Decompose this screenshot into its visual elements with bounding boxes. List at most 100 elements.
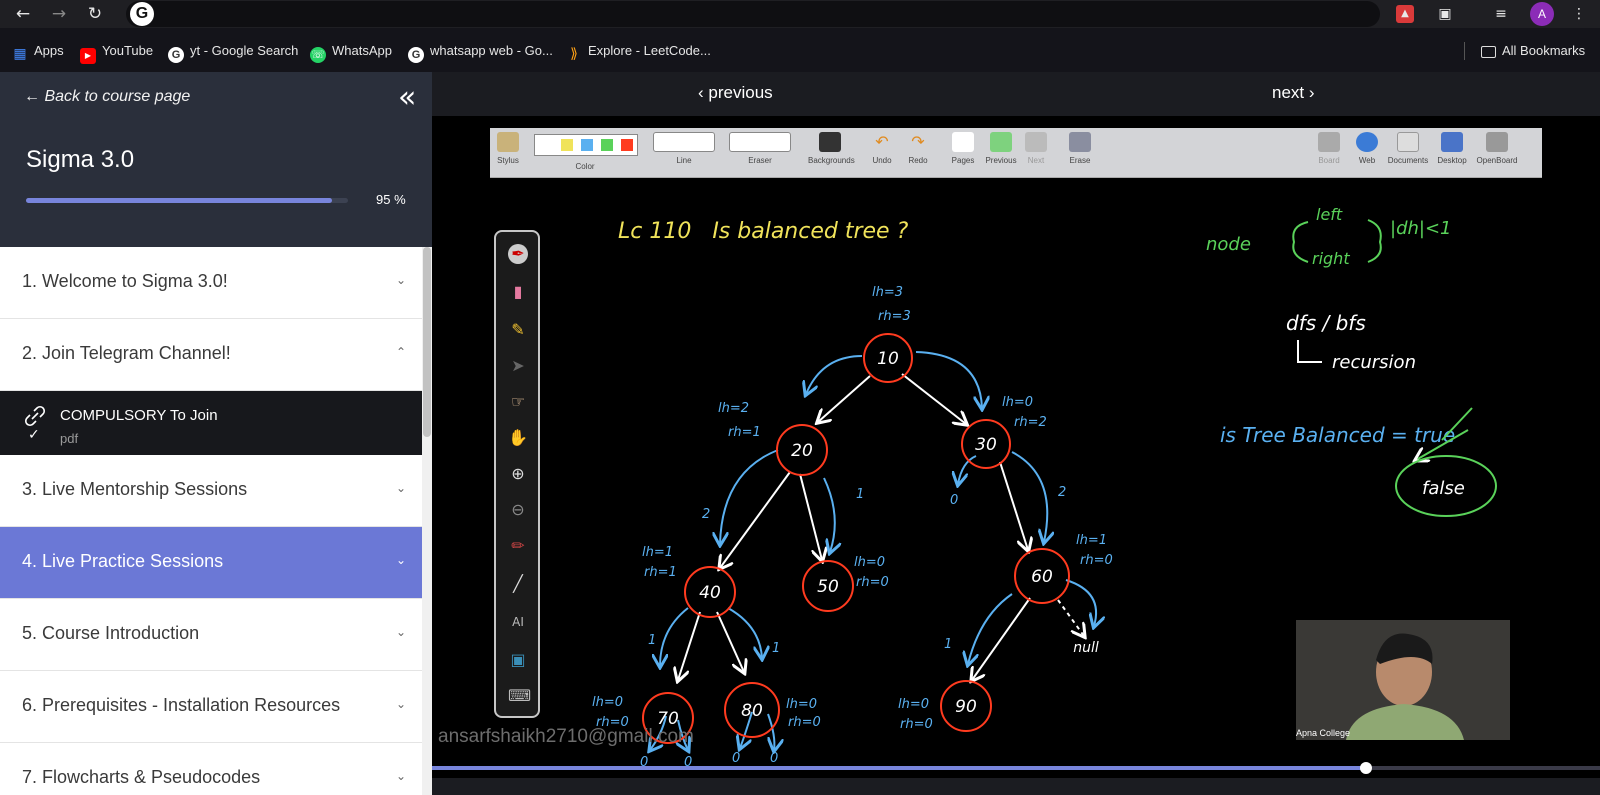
video-seek-fill [432, 766, 1367, 770]
ann-40-lh: lh=1 [642, 545, 673, 560]
extension-icon[interactable]: ▲ [1396, 5, 1414, 23]
watermark: ansarfshaikh2710@gmail.com [438, 726, 694, 747]
bookmark-whatsapp[interactable]: ☏ WhatsApp [310, 42, 392, 63]
back-arrow-icon[interactable]: ← [12, 3, 34, 25]
section-label: 1. Welcome to Sigma 3.0! [22, 271, 228, 291]
link-icon [24, 405, 46, 427]
edge-label-30-left: 0 [950, 493, 958, 508]
next-label: next [1272, 83, 1305, 102]
section-telegram[interactable]: 2. Join Telegram Channel! ⌃ [0, 319, 422, 391]
capture-icon[interactable]: ▣ [508, 650, 528, 670]
chevron-up-icon: ⌃ [396, 345, 407, 359]
node-50-label: 50 [817, 577, 839, 597]
collapse-sidebar-icon[interactable]: « [398, 80, 416, 115]
all-bookmarks-label: All Bookmarks [1502, 43, 1586, 58]
instructor-image [1296, 620, 1510, 740]
chevron-down-icon: ⌄ [396, 769, 407, 783]
zoom-out-icon[interactable]: ⊖ [508, 500, 528, 520]
bookmark-leetcode[interactable]: ⟫ Explore - LeetCode... [566, 42, 711, 61]
puzzle-icon[interactable]: ▣ [1434, 3, 1456, 25]
highlighter-icon[interactable]: ✎ [508, 320, 528, 340]
ann-50-lh: lh=0 [854, 555, 885, 570]
section-label: 4. Live Practice Sessions [22, 551, 224, 571]
blue-recursion-arrows [650, 351, 1096, 750]
youtube-icon: ▶ [80, 48, 96, 64]
bookmark-label: yt - Google Search [190, 43, 299, 58]
line-icon[interactable]: ╱ [508, 574, 528, 594]
video-seek-bar[interactable] [432, 762, 1600, 774]
height-annotations: lh=3 rh=3 lh=2 rh=1 lh=0 rh=2 lh=1 rh=1 … [592, 285, 1113, 770]
bookmarks-bar: ▦ Apps ▶ YouTube Gyt - Google Search ☏ What… [0, 28, 1600, 72]
section-course-introduction[interactable]: 5. Course Introduction ⌄ [0, 599, 422, 671]
ann-80-lh: lh=0 [786, 697, 817, 712]
node-80-label: 80 [741, 701, 763, 721]
webcam-label: Apna College [1296, 728, 1351, 738]
drawing-tool-palette: ✒ ▮ ✎ ➤ ☞ ✋ ⊕ ⊖ ✏ ╱ AI ▣ ⌨ [494, 230, 540, 718]
zoom-in-icon[interactable]: ⊕ [508, 464, 528, 484]
ann-70-lh: lh=0 [592, 695, 623, 710]
section-flowcharts[interactable]: 7. Flowcharts & Pseudocodes ⌄ [0, 743, 422, 795]
text-icon[interactable]: AI [508, 612, 528, 632]
section-live-mentorship[interactable]: 3. Live Mentorship Sessions ⌄ [0, 455, 422, 527]
google-icon: G [408, 47, 424, 63]
hand-icon[interactable]: ✋ [508, 428, 528, 448]
next-button[interactable]: next › [1272, 83, 1315, 103]
false-note: false [1422, 478, 1465, 499]
bookmark-whatsapp-web[interactable]: Gwhatsapp web - Go... [408, 42, 553, 63]
course-title: Sigma 3.0 [26, 146, 135, 173]
ann-20-lh: lh=2 [718, 401, 749, 416]
media-control-icon[interactable]: ≡ [1490, 3, 1512, 25]
instructor-webcam: Apna College [1296, 620, 1510, 740]
video-player[interactable]: Stylus Color Line Eraser Backgrounds ↶ Un… [432, 116, 1600, 778]
dfs-bfs-note: dfs / bfs [1286, 311, 1366, 335]
apps-grid-icon: ▦ [13, 45, 27, 61]
address-bar[interactable]: G [126, 1, 1380, 27]
bookmark-youtube[interactable]: ▶ YouTube [80, 42, 153, 64]
null-label: null [1073, 640, 1099, 656]
previous-label: previous [708, 83, 773, 102]
bookmark-label: Explore - LeetCode... [588, 43, 711, 58]
ann-40-rh: rh=1 [644, 565, 677, 580]
edge-label-70: 1 [648, 633, 656, 648]
section-label: 7. Flowcharts & Pseudocodes [22, 767, 261, 787]
chevron-down-icon: ⌄ [396, 553, 407, 567]
back-to-course-link[interactable]: ← Back to course page [24, 88, 190, 106]
section-live-practice[interactable]: 4. Live Practice Sessions ⌄ [0, 527, 422, 599]
sidebar-scrollbar[interactable] [422, 247, 432, 795]
rule-right: right [1312, 249, 1350, 268]
lesson-compulsory-to-join[interactable]: ✓ COMPULSORY To Join pdf [0, 391, 422, 455]
reload-icon[interactable]: ↻ [84, 3, 106, 25]
menu-kebab-icon[interactable]: ⋮ [1568, 3, 1590, 25]
node-30-label: 30 [975, 435, 997, 455]
section-label: 5. Course Introduction [22, 623, 200, 643]
select-icon[interactable]: ➤ [508, 356, 528, 376]
edge-label-30-right: 2 [1058, 485, 1066, 500]
rule-left: left [1316, 205, 1343, 224]
pointer-hand-icon[interactable]: ☞ [508, 392, 528, 412]
node-40-label: 40 [699, 583, 721, 603]
ann-90-rh: rh=0 [900, 717, 933, 732]
previous-button[interactable]: ‹ previous [698, 83, 773, 103]
avatar[interactable]: A [1530, 2, 1554, 26]
eraser-icon[interactable]: ▮ [508, 282, 528, 302]
laser-icon[interactable]: ✏ [508, 536, 528, 556]
forward-arrow-icon[interactable]: → [48, 3, 70, 25]
section-label: 6. Prerequisites - Installation Resource… [22, 695, 341, 715]
pen-icon[interactable]: ✒ [508, 244, 528, 264]
is-balanced-note: is Tree Balanced = true [1220, 423, 1455, 447]
all-bookmarks[interactable]: All Bookmarks [1464, 42, 1585, 60]
chevron-left-icon: ‹ [698, 83, 709, 102]
edge-label-80-left: 0 [732, 751, 740, 766]
bookmark-label: Apps [34, 43, 64, 58]
bookmark-apps[interactable]: ▦ Apps [12, 42, 64, 61]
section-prerequisites[interactable]: 6. Prerequisites - Installation Resource… [0, 671, 422, 743]
bookmark-yt-google-search[interactable]: Gyt - Google Search [168, 42, 299, 63]
edge-label-80-right: 0 [770, 751, 778, 766]
section-welcome[interactable]: 1. Welcome to Sigma 3.0! ⌄ [0, 247, 422, 319]
google-icon: G [130, 2, 154, 26]
course-sidebar: ← Back to course page « Sigma 3.0 95 % 1… [0, 72, 432, 795]
ann-90-lh: lh=0 [898, 697, 929, 712]
keyboard-icon[interactable]: ⌨ [508, 686, 531, 706]
ann-50-rh: rh=0 [856, 575, 889, 590]
sidebar-scroll-thumb[interactable] [423, 247, 431, 437]
